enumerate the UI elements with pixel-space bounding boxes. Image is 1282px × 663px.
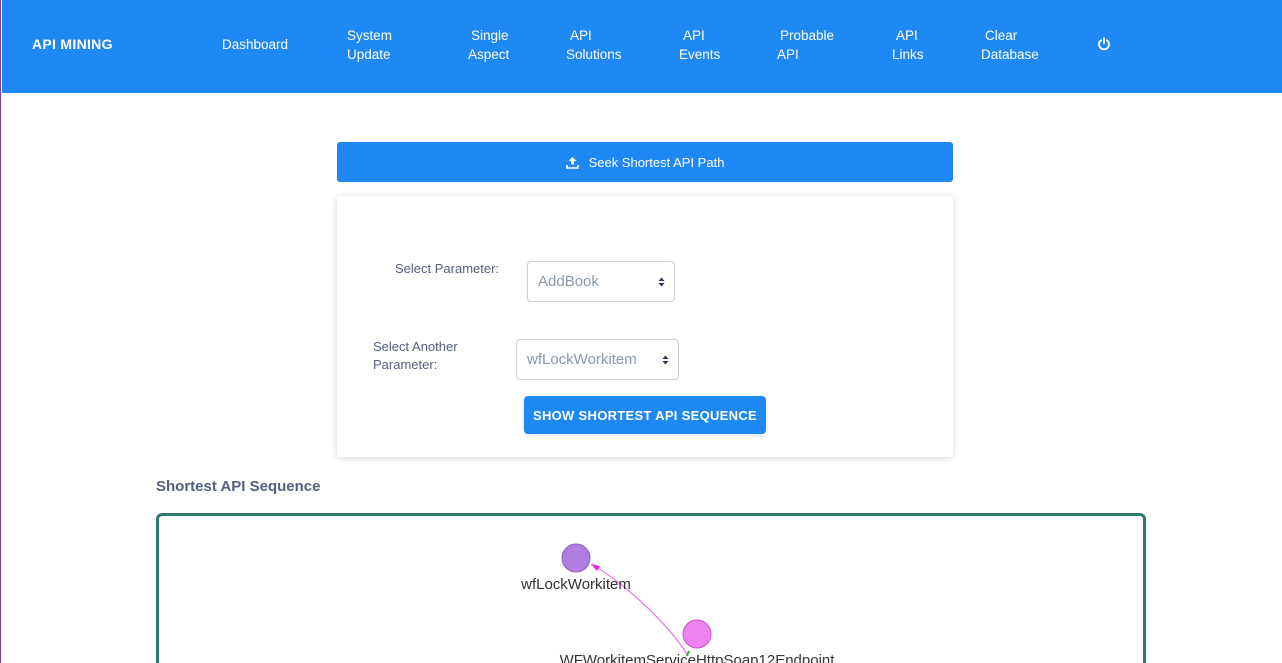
select-another-parameter-label: Select Another Parameter: bbox=[373, 338, 458, 374]
select-arrows-icon bbox=[662, 355, 669, 365]
nav-system-update[interactable]: System Update bbox=[347, 26, 392, 64]
nav-api-events-line2: Events bbox=[679, 47, 721, 62]
nav-api-links[interactable]: API Links bbox=[892, 26, 924, 64]
nav-api-links-line1: API bbox=[896, 28, 918, 43]
parameter-form-card: Select Parameter: AddBook Select Another… bbox=[337, 196, 953, 457]
nav-probable-api-line2: API bbox=[777, 47, 799, 62]
nav-single-aspect-line2: Aspect bbox=[468, 47, 510, 62]
seek-shortest-path-button[interactable]: Seek Shortest API Path bbox=[337, 142, 953, 182]
nav-dashboard-label: Dashboard bbox=[222, 37, 289, 52]
select-another-label-line1: Select Another bbox=[373, 339, 458, 354]
nav-clear-database-line2: Database bbox=[981, 47, 1039, 62]
graph-canvas: wfLockWorkitem WFWorkitemServiceHttpSoap… bbox=[520, 543, 836, 663]
upload-icon bbox=[565, 156, 579, 169]
api-sequence-graph[interactable]: wfLockWorkitem WFWorkitemServiceHttpSoap… bbox=[156, 513, 1146, 663]
nav-api-links-line2: Links bbox=[892, 47, 924, 62]
nav-system-update-line2: Update bbox=[347, 47, 391, 62]
parameter-select[interactable]: AddBook bbox=[527, 261, 675, 302]
select-arrows-icon bbox=[658, 277, 665, 287]
top-navbar: API MINING Dashboard System Update Singl… bbox=[2, 0, 1282, 93]
nav-api-events-line1: API bbox=[683, 28, 705, 43]
nav-api-solutions-line2: Solutions bbox=[566, 47, 622, 62]
brand-title[interactable]: API MINING bbox=[32, 36, 113, 52]
graph-edge-arrowhead bbox=[591, 564, 600, 571]
nav-dashboard[interactable]: Dashboard bbox=[222, 35, 288, 54]
nav-clear-database-line1: Clear bbox=[985, 28, 1018, 43]
result-section-title: Shortest API Sequence bbox=[156, 478, 321, 495]
another-parameter-select[interactable]: wfLockWorkitem bbox=[516, 339, 679, 380]
nav-single-aspect[interactable]: Single Aspect bbox=[468, 26, 509, 64]
select-another-label-line2: Parameter: bbox=[373, 357, 438, 372]
power-icon[interactable] bbox=[1096, 36, 1112, 52]
show-button-label: SHOW SHORTEST API SEQUENCE bbox=[532, 407, 757, 423]
nav-api-events[interactable]: API Events bbox=[679, 26, 720, 64]
graph-node-label: WFWorkitemServiceHttpSoap12Endpoint bbox=[560, 652, 836, 663]
another-parameter-select-value: wfLockWorkitem bbox=[527, 351, 637, 368]
nav-single-aspect-line1: Single bbox=[471, 28, 509, 43]
graph-node-wflockworkitem[interactable] bbox=[561, 543, 591, 573]
nav-api-solutions-line1: API bbox=[570, 28, 592, 43]
graph-node-label: wfLockWorkitem bbox=[520, 576, 631, 593]
nav-probable-api[interactable]: Probable API bbox=[777, 26, 834, 64]
nav-probable-api-line1: Probable bbox=[780, 28, 835, 43]
nav-clear-database[interactable]: Clear Database bbox=[981, 26, 1039, 64]
parameter-select-value: AddBook bbox=[538, 273, 599, 290]
show-shortest-sequence-button[interactable]: SHOW SHORTEST API SEQUENCE bbox=[524, 396, 766, 434]
seek-button-label: Seek Shortest API Path bbox=[588, 154, 725, 170]
select-parameter-label: Select Parameter: bbox=[395, 261, 500, 276]
graph-node-wfworkitemservice[interactable] bbox=[682, 619, 712, 649]
nav-api-solutions[interactable]: API Solutions bbox=[566, 26, 622, 64]
nav-system-update-line1: System bbox=[347, 28, 393, 43]
